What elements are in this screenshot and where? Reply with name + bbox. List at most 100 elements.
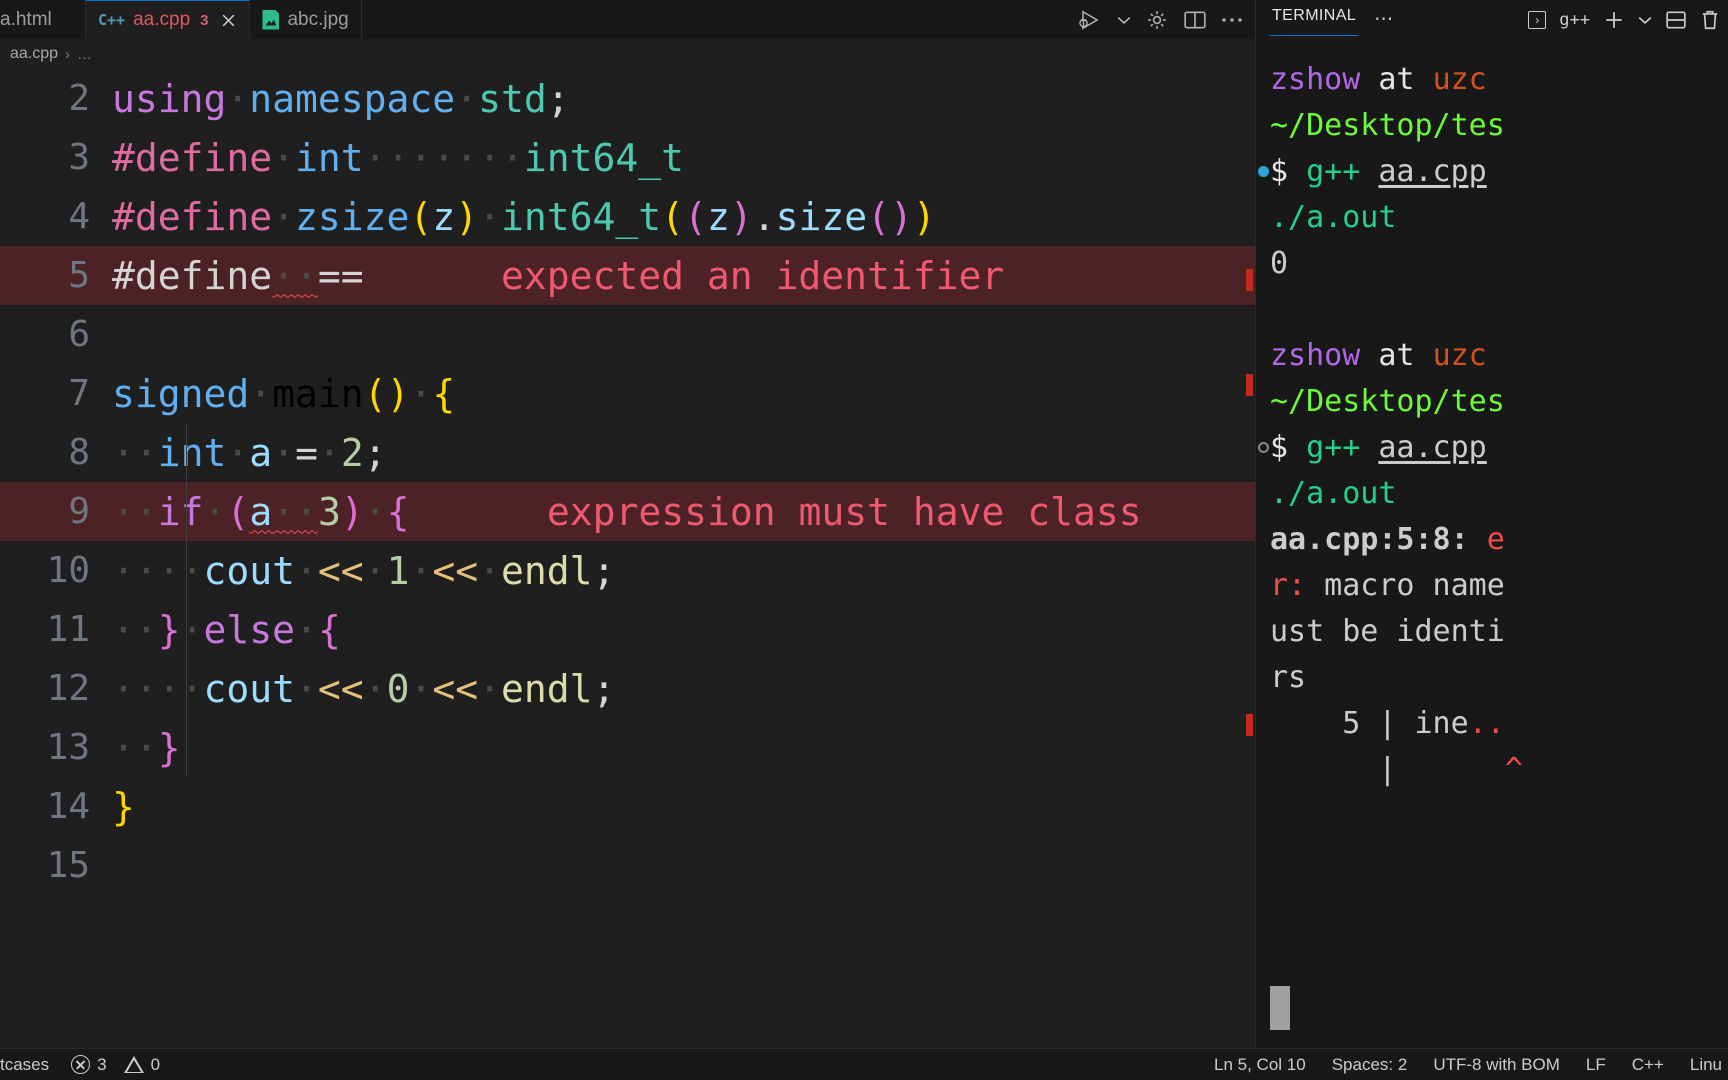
remote-platform[interactable]: Linu bbox=[1690, 1055, 1722, 1075]
settings-gear-icon[interactable] bbox=[1145, 8, 1169, 32]
code-token: · bbox=[363, 666, 387, 711]
code-token: ·· bbox=[112, 430, 158, 475]
line-content: ··int·a·=·2; bbox=[112, 431, 1255, 475]
code-line[interactable]: 3 #define·int·······int64_t bbox=[0, 128, 1255, 187]
line-number: 10 bbox=[46, 550, 90, 591]
line-number: 8 bbox=[68, 432, 90, 473]
code-line-error[interactable]: 5 #define··== expected an identifier bbox=[0, 246, 1255, 305]
close-icon[interactable] bbox=[220, 12, 237, 29]
chevron-down-icon[interactable] bbox=[1117, 15, 1131, 25]
terminal-line: | ^ bbox=[1270, 747, 1728, 793]
line-number: 3 bbox=[68, 137, 90, 178]
code-token: << bbox=[317, 666, 364, 711]
code-token: zsize bbox=[295, 194, 410, 239]
code-token: 2 bbox=[340, 430, 364, 475]
code-line[interactable]: 15 bbox=[0, 836, 1255, 895]
code-line[interactable]: 2 using·namespace·std; bbox=[0, 69, 1255, 128]
code-token: size bbox=[775, 194, 868, 239]
code-token: · bbox=[226, 430, 250, 475]
command-success-marker-icon bbox=[1258, 166, 1269, 177]
code-token: == bbox=[317, 253, 364, 298]
code-token: 3 bbox=[317, 489, 341, 534]
code-line[interactable]: 6 bbox=[0, 305, 1255, 364]
terminal-shell-icon: › bbox=[1528, 10, 1547, 29]
code-token: z bbox=[432, 194, 456, 239]
code-token: ···· bbox=[112, 666, 204, 711]
code-token: ; bbox=[592, 548, 616, 593]
terminal-text: | bbox=[1270, 752, 1505, 787]
kill-terminal-icon[interactable] bbox=[1700, 9, 1720, 31]
terminal-line: ~/Desktop/tes bbox=[1270, 379, 1728, 425]
editor-action-bar bbox=[1077, 0, 1247, 39]
code-line[interactable]: 12 ····cout·<<·0·<<·endl; bbox=[0, 659, 1255, 718]
encoding[interactable]: UTF-8 with BOM bbox=[1433, 1055, 1560, 1075]
indentation[interactable]: Spaces: 2 bbox=[1332, 1055, 1408, 1075]
terminal-panel: TERMINAL ⋯ › g++ zshow at uzc ~/Desktop/… bbox=[1255, 0, 1728, 1048]
vscode-window: a.html C++ aa.cpp 3 abc.jpg aa.cpp › … 2… bbox=[0, 0, 1728, 1080]
terminal-text: g++ bbox=[1306, 430, 1379, 465]
code-line[interactable]: 13 ··} bbox=[0, 718, 1255, 777]
code-token: · bbox=[363, 489, 387, 534]
cursor-position[interactable]: Ln 5, Col 10 bbox=[1214, 1055, 1306, 1075]
code-line[interactable]: 11 ··}·else·{ bbox=[0, 600, 1255, 659]
code-token: · bbox=[272, 430, 296, 475]
problems-indicator[interactable]: 3 0 bbox=[71, 1055, 160, 1075]
code-line[interactable]: 14} bbox=[0, 777, 1255, 836]
tab-a-html[interactable]: a.html bbox=[0, 0, 86, 39]
code-token: 0 bbox=[386, 666, 410, 711]
code-editor[interactable]: 2 using·namespace·std; 3 #define·int·······… bbox=[0, 69, 1255, 1048]
tab-aa-cpp[interactable]: C++ aa.cpp 3 bbox=[86, 0, 251, 39]
panel-more-icon[interactable]: ⋯ bbox=[1374, 8, 1394, 31]
line-number: 7 bbox=[68, 373, 90, 414]
code-line-error[interactable]: 9 ··if·(a··3)·{ expression must have clas… bbox=[0, 482, 1255, 541]
code-token: ···· bbox=[112, 548, 204, 593]
more-actions-icon[interactable] bbox=[1221, 16, 1243, 24]
terminal-output[interactable]: zshow at uzc ~/Desktop/tes $ g++ aa.cpp ./a… bbox=[1256, 39, 1728, 972]
code-line[interactable]: 4 #define·zsize(z)·int64_t((z).size()) bbox=[0, 187, 1255, 246]
code-token: #define bbox=[112, 135, 273, 180]
terminal-line: zshow at uzc bbox=[1270, 57, 1728, 103]
code-token: a bbox=[249, 489, 273, 534]
code-token: ( bbox=[684, 194, 707, 239]
tab-terminal[interactable]: TERMINAL bbox=[1270, 3, 1359, 36]
code-token: } bbox=[112, 784, 135, 829]
code-token: int64_t bbox=[523, 135, 684, 180]
tab-abc-jpg[interactable]: abc.jpg bbox=[250, 0, 362, 39]
terminal-text: aa.cpp bbox=[1378, 154, 1487, 189]
code-token: ) bbox=[890, 194, 913, 239]
code-token: · bbox=[226, 76, 250, 121]
code-token: namespace bbox=[249, 76, 456, 121]
language-mode[interactable]: C++ bbox=[1632, 1055, 1664, 1075]
inline-error-message: expected an identifier bbox=[500, 253, 1005, 298]
code-token: · bbox=[295, 666, 318, 711]
new-terminal-icon[interactable] bbox=[1603, 9, 1625, 31]
code-token: ( bbox=[867, 194, 891, 239]
terminal-text: .. bbox=[1468, 706, 1505, 741]
image-file-icon bbox=[262, 9, 280, 30]
breadcrumb[interactable]: aa.cpp › … bbox=[0, 39, 1255, 69]
split-terminal-icon[interactable] bbox=[1665, 10, 1687, 30]
ruler-error-mark bbox=[1246, 714, 1253, 736]
code-token: { bbox=[386, 489, 410, 534]
code-token: ( bbox=[226, 489, 250, 534]
tab-label: a.html bbox=[0, 8, 52, 30]
breadcrumb-file[interactable]: aa.cpp bbox=[10, 45, 58, 63]
eol[interactable]: LF bbox=[1586, 1055, 1606, 1075]
code-token: endl bbox=[501, 666, 593, 711]
code-line[interactable]: 8 ··int·a·=·2; bbox=[0, 423, 1255, 482]
terminal-shell-label[interactable]: g++ bbox=[1559, 10, 1590, 30]
folder-label[interactable]: tcases bbox=[0, 1055, 49, 1075]
code-token: · bbox=[295, 548, 318, 593]
split-editor-icon[interactable] bbox=[1183, 9, 1207, 31]
line-content: ····cout·<<·1·<<·endl; bbox=[112, 549, 1255, 593]
overview-ruler[interactable] bbox=[1241, 69, 1255, 1048]
run-and-debug-icon[interactable] bbox=[1077, 9, 1103, 31]
breadcrumb-more[interactable]: … bbox=[77, 46, 92, 63]
terminal-text: g++ bbox=[1306, 154, 1379, 189]
code-line[interactable]: 10 ····cout·<<·1·<<·endl; bbox=[0, 541, 1255, 600]
code-line[interactable]: 7 signed·main()·{ bbox=[0, 364, 1255, 423]
terminal-text: ~/Desktop/tes bbox=[1270, 384, 1505, 419]
code-token: · bbox=[478, 548, 502, 593]
terminal-profile-chevron-icon[interactable] bbox=[1638, 15, 1652, 25]
code-token: ······· bbox=[363, 135, 524, 180]
